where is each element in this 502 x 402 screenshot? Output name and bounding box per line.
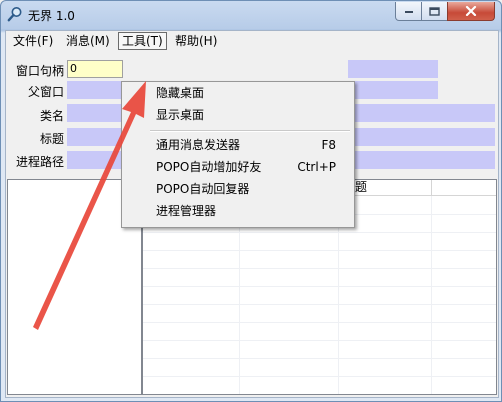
title-bar[interactable]: 无界 1.0 [1, 1, 501, 29]
menu-item-label: 显示桌面 [156, 108, 205, 122]
menu-item-popo-add-friend[interactable]: POPO自动增加好友 Ctrl+P [122, 157, 354, 179]
hwnd-label: 窗口句柄 [15, 64, 64, 78]
menu-item-label: POPO自动增加好友 [156, 160, 262, 174]
process-path-extra-field[interactable] [348, 151, 495, 169]
client-area: 文件(F) 消息(M) 工具(T) 帮助(H) 窗口句柄 0 父窗口 类名 标题… [5, 30, 499, 398]
menu-separator [150, 130, 350, 132]
parent-window-field[interactable] [67, 81, 121, 99]
menu-item-shortcut: Ctrl+P [297, 160, 336, 174]
column-separator[interactable] [431, 180, 432, 195]
menu-item-message-sender[interactable]: 通用消息发送器 F8 [122, 135, 354, 157]
title-field[interactable] [67, 128, 121, 146]
menu-message[interactable]: 消息(M) [63, 33, 113, 49]
title-label: 标题 [39, 132, 64, 146]
process-path-label: 进程路径 [15, 155, 64, 169]
menu-item-show-desktop[interactable]: 显示桌面 [122, 105, 354, 127]
menu-item-label: 进程管理器 [156, 204, 217, 218]
menu-item-process-manager[interactable]: 进程管理器 [122, 201, 354, 223]
parent-window-extra-field[interactable] [348, 81, 438, 99]
menu-item-label: 通用消息发送器 [156, 138, 241, 152]
grid-line [143, 322, 496, 323]
grid-line [143, 304, 496, 305]
grid-line [143, 376, 496, 377]
menu-bar: 文件(F) 消息(M) 工具(T) 帮助(H) [6, 31, 498, 51]
grid-line [431, 196, 432, 394]
hwnd-extra-field[interactable] [348, 60, 438, 78]
grid-line [143, 268, 496, 269]
close-button[interactable] [447, 2, 495, 21]
grid-line [143, 358, 496, 359]
menu-tools[interactable]: 工具(T) [118, 32, 167, 50]
class-name-extra-field[interactable] [348, 104, 495, 122]
menu-file[interactable]: 文件(F) [10, 33, 56, 49]
minimize-button[interactable] [395, 2, 422, 21]
magnifier-icon [7, 7, 22, 22]
parent-window-label: 父窗口 [27, 85, 64, 99]
close-icon [465, 6, 477, 16]
class-name-label: 类名 [39, 109, 64, 123]
maximize-button[interactable] [421, 2, 448, 21]
menu-item-label: POPO自动回复器 [156, 182, 250, 196]
process-path-field[interactable] [67, 151, 121, 169]
hwnd-input[interactable]: 0 [67, 60, 123, 78]
grid-line [143, 286, 496, 287]
menu-item-shortcut: F8 [321, 138, 336, 152]
main-window: 无界 1.0 文件(F) 消息(M) 工具(T) 帮助(H) 窗口句柄 0 父窗… [0, 0, 502, 402]
menu-help[interactable]: 帮助(H) [172, 33, 220, 49]
grid-line [143, 250, 496, 251]
menu-item-popo-auto-reply[interactable]: POPO自动回复器 [122, 179, 354, 201]
minimize-icon [404, 11, 413, 13]
window-title: 无界 1.0 [28, 9, 75, 23]
tools-dropdown-menu: 隐藏桌面 显示桌面 通用消息发送器 F8 POPO自动增加好友 Ctrl+P P… [121, 81, 355, 228]
menu-item-label: 隐藏桌面 [156, 86, 205, 100]
grid-line [143, 340, 496, 341]
class-name-field[interactable] [67, 104, 121, 122]
maximize-icon [429, 6, 440, 16]
title-extra-field[interactable] [348, 128, 495, 146]
grid-line [143, 232, 496, 233]
menu-item-hide-desktop[interactable]: 隐藏桌面 [122, 83, 354, 105]
